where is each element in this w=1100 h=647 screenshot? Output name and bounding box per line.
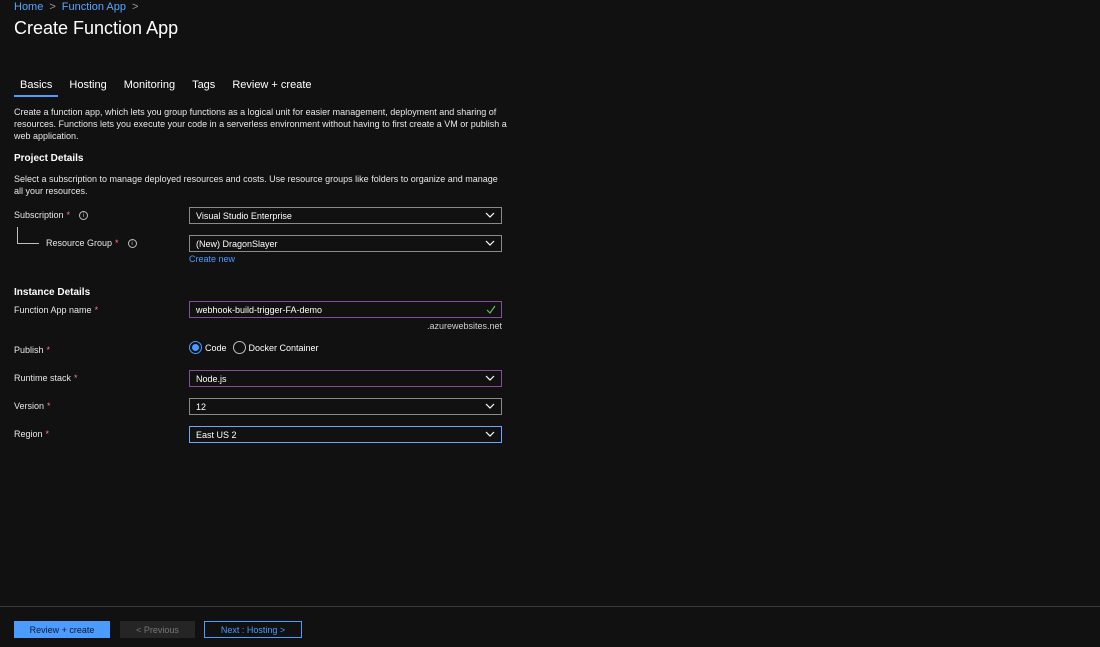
footer-divider bbox=[0, 606, 1100, 607]
publish-label: Publish bbox=[14, 345, 44, 355]
breadcrumb: Home > Function App > bbox=[14, 1, 138, 13]
tree-connector bbox=[17, 227, 39, 244]
required-marker: * bbox=[74, 373, 78, 383]
breadcrumb-home-link[interactable]: Home bbox=[14, 1, 43, 13]
function-app-name-label-row: Function App name * bbox=[14, 305, 98, 315]
publish-option-docker-label: Docker Container bbox=[249, 343, 319, 353]
info-icon[interactable]: i bbox=[128, 239, 137, 248]
runtime-stack-label: Runtime stack bbox=[14, 373, 71, 383]
runtime-stack-label-row: Runtime stack * bbox=[14, 373, 78, 383]
region-select[interactable]: East US 2 bbox=[189, 426, 502, 443]
runtime-stack-value: Node.js bbox=[196, 374, 227, 384]
chevron-down-icon bbox=[485, 239, 495, 247]
check-icon bbox=[486, 305, 496, 314]
info-icon[interactable]: i bbox=[79, 211, 88, 220]
publish-radio-group: Code Docker Container bbox=[189, 341, 325, 354]
tab-hosting[interactable]: Hosting bbox=[63, 78, 112, 97]
tab-tags[interactable]: Tags bbox=[186, 78, 221, 97]
tab-monitoring[interactable]: Monitoring bbox=[118, 78, 181, 97]
required-marker: * bbox=[46, 429, 50, 439]
breadcrumb-function-app-link[interactable]: Function App bbox=[62, 1, 126, 13]
resource-group-label: Resource Group bbox=[46, 238, 112, 248]
chevron-down-icon bbox=[485, 374, 495, 382]
version-label-row: Version * bbox=[14, 401, 51, 411]
intro-text: Create a function app, which lets you gr… bbox=[14, 106, 509, 142]
resource-group-select[interactable]: (New) DragonSlayer bbox=[189, 235, 502, 252]
page-title: Create Function App bbox=[14, 18, 178, 39]
radio-unchecked-icon[interactable] bbox=[233, 341, 246, 354]
project-details-heading: Project Details bbox=[14, 153, 83, 164]
runtime-stack-select[interactable]: Node.js bbox=[189, 370, 502, 387]
subscription-value: Visual Studio Enterprise bbox=[196, 211, 292, 221]
version-select[interactable]: 12 bbox=[189, 398, 502, 415]
required-marker: * bbox=[47, 345, 51, 355]
domain-suffix: .azurewebsites.net bbox=[420, 321, 502, 331]
required-marker: * bbox=[95, 305, 99, 315]
resource-group-label-row: Resource Group * i bbox=[46, 238, 137, 248]
function-app-name-value: webhook-build-trigger-FA-demo bbox=[196, 305, 322, 315]
region-label-row: Region * bbox=[14, 429, 49, 439]
subscription-label: Subscription bbox=[14, 210, 64, 220]
region-label: Region bbox=[14, 429, 43, 439]
version-label: Version bbox=[14, 401, 44, 411]
breadcrumb-chevron-icon: > bbox=[132, 1, 138, 13]
required-marker: * bbox=[47, 401, 51, 411]
resource-group-value: (New) DragonSlayer bbox=[196, 239, 278, 249]
radio-checked-icon[interactable] bbox=[189, 341, 202, 354]
publish-label-row: Publish * bbox=[14, 345, 50, 355]
required-marker: * bbox=[67, 210, 71, 220]
chevron-down-icon bbox=[485, 402, 495, 410]
subscription-label-row: Subscription * i bbox=[14, 210, 88, 220]
publish-option-code-label: Code bbox=[205, 343, 227, 353]
create-new-link[interactable]: Create new bbox=[189, 254, 235, 264]
publish-option-docker[interactable]: Docker Container bbox=[233, 341, 319, 354]
required-marker: * bbox=[115, 238, 119, 248]
function-app-name-input[interactable]: webhook-build-trigger-FA-demo bbox=[189, 301, 502, 318]
project-details-description: Select a subscription to manage deployed… bbox=[14, 173, 509, 197]
instance-details-heading: Instance Details bbox=[14, 287, 90, 298]
next-hosting-button[interactable]: Next : Hosting > bbox=[204, 621, 302, 638]
review-create-button[interactable]: Review + create bbox=[14, 621, 110, 638]
tab-basics[interactable]: Basics bbox=[14, 78, 58, 97]
region-value: East US 2 bbox=[196, 430, 237, 440]
chevron-down-icon bbox=[485, 430, 495, 438]
version-value: 12 bbox=[196, 402, 206, 412]
chevron-down-icon bbox=[485, 211, 495, 219]
function-app-name-label: Function App name bbox=[14, 305, 92, 315]
previous-button[interactable]: < Previous bbox=[120, 621, 195, 638]
subscription-select[interactable]: Visual Studio Enterprise bbox=[189, 207, 502, 224]
publish-option-code[interactable]: Code bbox=[189, 341, 227, 354]
tab-bar: Basics Hosting Monitoring Tags Review + … bbox=[14, 78, 323, 97]
tab-review-create[interactable]: Review + create bbox=[226, 78, 317, 97]
breadcrumb-chevron-icon: > bbox=[49, 1, 55, 13]
